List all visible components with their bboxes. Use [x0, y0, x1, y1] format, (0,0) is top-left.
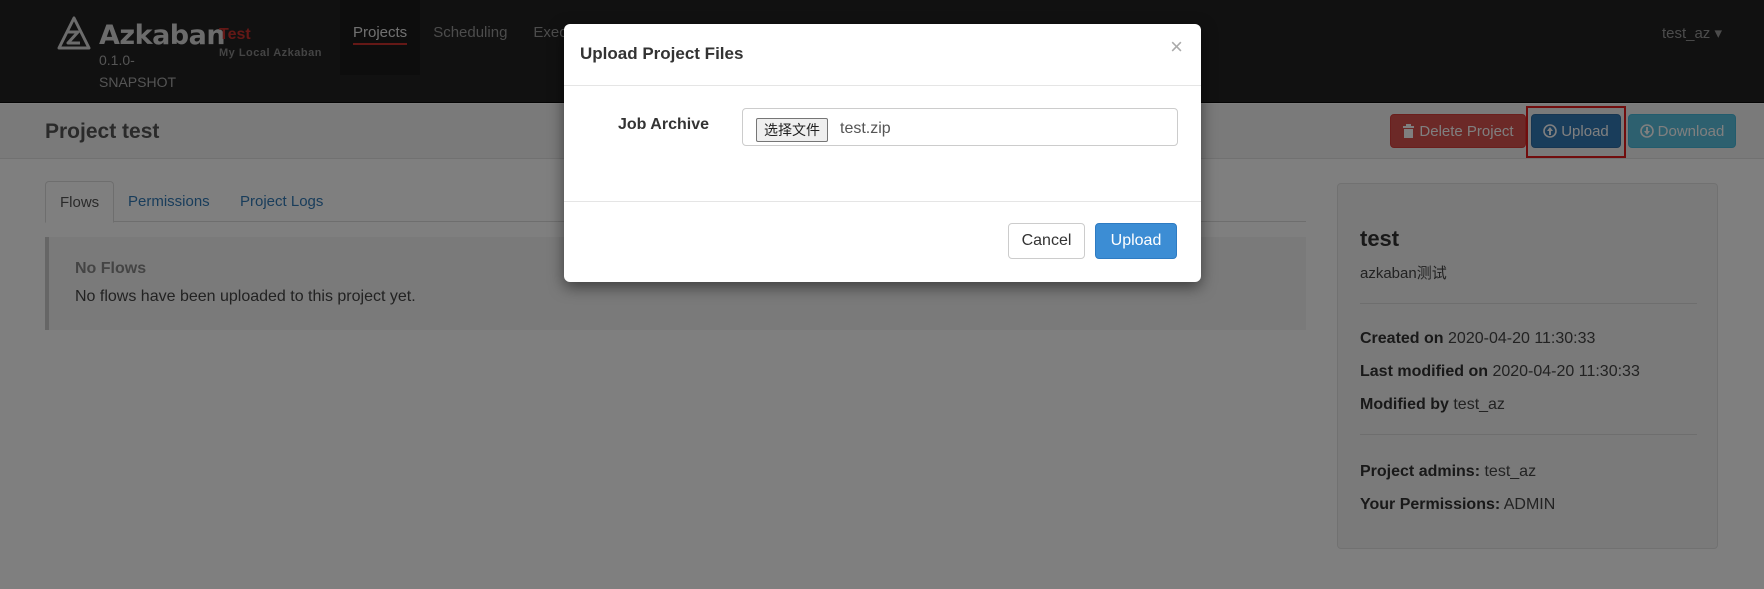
modal-title: Upload Project Files	[580, 44, 744, 63]
choose-file-button[interactable]: 选择文件	[756, 118, 828, 142]
selected-file-name: test.zip	[840, 120, 891, 137]
cancel-button[interactable]: Cancel	[1008, 223, 1085, 259]
upload-modal: Upload Project Files × Job Archive 选择文件 …	[564, 24, 1201, 282]
close-icon[interactable]: ×	[1170, 36, 1183, 58]
modal-header: Upload Project Files ×	[564, 24, 1201, 86]
modal-upload-button[interactable]: Upload	[1095, 223, 1177, 259]
modal-footer: Cancel Upload	[564, 201, 1201, 282]
job-archive-label: Job Archive	[618, 116, 709, 133]
job-archive-file-input[interactable]: 选择文件 test.zip	[742, 108, 1178, 146]
